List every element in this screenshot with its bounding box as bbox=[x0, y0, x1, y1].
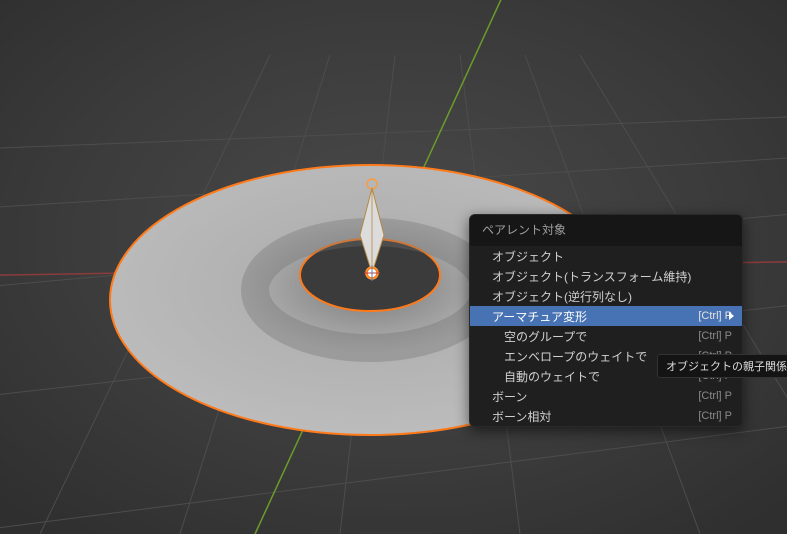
menu-item-object-no-inverse[interactable]: オブジェクト(逆行列なし) bbox=[470, 286, 742, 306]
menu-header: ペアレント対象 bbox=[470, 215, 742, 246]
menu-item-shortcut: [Ctrl] P bbox=[698, 390, 732, 402]
menu-item-label: オブジェクト(トランスフォーム維持) bbox=[492, 268, 724, 285]
menu-item-shortcut: [Ctrl] P bbox=[698, 310, 732, 322]
menu-item-bone-relative[interactable]: ボーン相対 [Ctrl] P bbox=[470, 406, 742, 426]
menu-item-object[interactable]: オブジェクト bbox=[470, 246, 742, 266]
menu-item-shortcut: [Ctrl] P bbox=[698, 330, 732, 342]
menu-item-label: オブジェクト bbox=[492, 248, 724, 265]
tooltip: オブジェクトの親子関係を設定 bbox=[657, 354, 787, 378]
menu-item-empty-groups[interactable]: 空のグループで [Ctrl] P bbox=[470, 326, 742, 346]
menu-item-object-keep-transform[interactable]: オブジェクト(トランスフォーム維持) bbox=[470, 266, 742, 286]
menu-item-armature-deform[interactable]: アーマチュア変形 [Ctrl] P bbox=[470, 306, 742, 326]
menu-item-label: ボーン相対 bbox=[492, 408, 690, 425]
menu-title: ペアレント対象 bbox=[482, 223, 566, 237]
viewport-3d[interactable]: ペアレント対象 オブジェクト オブジェクト(トランスフォーム維持) オブジェクト… bbox=[0, 0, 787, 534]
parent-context-menu: ペアレント対象 オブジェクト オブジェクト(トランスフォーム維持) オブジェクト… bbox=[469, 214, 743, 427]
menu-item-label: オブジェクト(逆行列なし) bbox=[492, 288, 724, 305]
menu-item-label: 空のグループで bbox=[504, 328, 690, 345]
menu-item-bone[interactable]: ボーン [Ctrl] P bbox=[470, 386, 742, 406]
menu-item-label: アーマチュア変形 bbox=[492, 308, 690, 325]
menu-item-label: ボーン bbox=[492, 388, 690, 405]
tooltip-text: オブジェクトの親子関係を設定 bbox=[666, 361, 787, 373]
menu-item-shortcut: [Ctrl] P bbox=[698, 410, 732, 422]
